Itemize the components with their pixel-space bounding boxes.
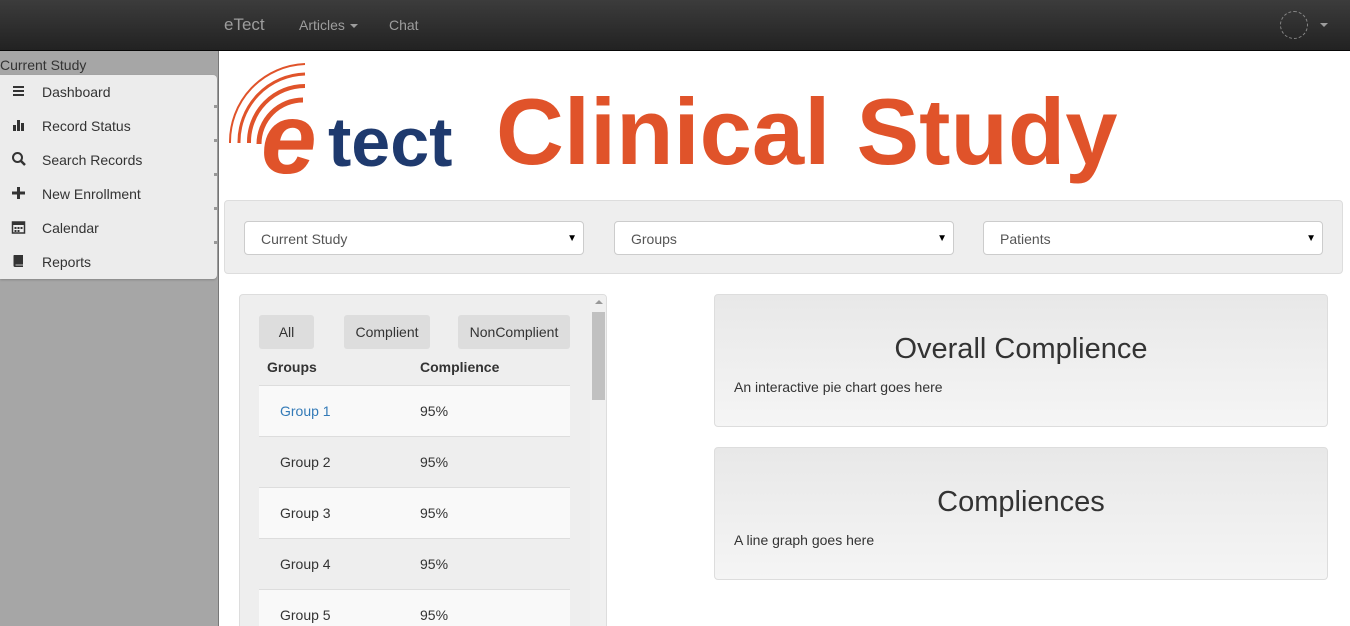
logo-graphic: e tect Clinical Study bbox=[228, 63, 1118, 195]
book-icon bbox=[13, 255, 23, 267]
table-row: Group 1 95% bbox=[259, 385, 570, 436]
sidebar-item-label: New Enrollment bbox=[42, 186, 141, 202]
user-menu[interactable] bbox=[1280, 11, 1332, 39]
group-name: Group 4 bbox=[280, 556, 331, 572]
bar-chart-icon bbox=[13, 120, 24, 131]
table-row: Group 3 95% bbox=[259, 487, 570, 538]
chat-link[interactable]: Chat bbox=[389, 17, 419, 33]
groups-column-header: Groups bbox=[267, 359, 317, 375]
sidebar-item-label: Search Records bbox=[42, 152, 143, 168]
complience-value: 95% bbox=[420, 556, 449, 572]
group-name: Group 2 bbox=[280, 454, 331, 470]
calendar-icon bbox=[11, 221, 26, 234]
overall-complience-panel: Overall Complience An interactive pie ch… bbox=[714, 294, 1328, 427]
panel-title: Compliences bbox=[937, 486, 1105, 518]
caret-down-icon bbox=[1320, 23, 1328, 27]
sidebar-item-label: Dashboard bbox=[42, 84, 111, 100]
articles-menu[interactable]: Articles bbox=[299, 17, 358, 33]
group-name: Group 3 bbox=[280, 505, 331, 521]
complience-value: 95% bbox=[420, 505, 449, 521]
groups-scrollbar[interactable] bbox=[590, 295, 606, 626]
sidebar-item-calendar[interactable]: Calendar bbox=[0, 211, 217, 245]
sidebar: Current Study Dashboard Record Status Se… bbox=[0, 51, 219, 626]
patients-select[interactable]: Patients ▼ bbox=[983, 221, 1323, 255]
filter-all-button[interactable]: All bbox=[259, 315, 314, 349]
etect-clinical-study-logo: e tect Clinical Study bbox=[225, 58, 1145, 195]
avatar bbox=[1280, 11, 1308, 39]
articles-label: Articles bbox=[299, 17, 345, 33]
study-select-value: Current Study bbox=[261, 231, 348, 247]
sidebar-item-reports[interactable]: Reports bbox=[0, 245, 217, 279]
sidebar-menu: Dashboard Record Status Search Records N… bbox=[0, 75, 217, 279]
sidebar-item-new-enrollment[interactable]: New Enrollment bbox=[0, 177, 217, 211]
panel-description: An interactive pie chart goes here bbox=[734, 379, 943, 395]
panel-title: Overall Complience bbox=[894, 333, 1148, 365]
logo-mark-text: tect bbox=[328, 103, 452, 181]
scroll-up-arrow-icon[interactable] bbox=[595, 300, 603, 304]
sidebar-item-dashboard[interactable]: Dashboard bbox=[0, 75, 217, 109]
sidebar-item-search-records[interactable]: Search Records bbox=[0, 143, 217, 177]
search-icon bbox=[12, 152, 26, 166]
logo-headline: Clinical Study bbox=[496, 79, 1118, 184]
filter-noncomplient-button[interactable]: NonComplient bbox=[458, 315, 570, 349]
sidebar-title: Current Study bbox=[0, 57, 87, 73]
sidebar-item-label: Calendar bbox=[42, 220, 99, 236]
complience-column-header: Complience bbox=[420, 359, 500, 375]
groups-panel: All Complient NonComplient Groups Compli… bbox=[239, 294, 607, 626]
filter-bar: Current Study ▼ Groups ▼ Patients ▼ bbox=[224, 200, 1343, 274]
dropdown-arrow-icon: ▼ bbox=[567, 233, 577, 244]
sidebar-item-record-status[interactable]: Record Status bbox=[0, 109, 217, 143]
group-name: Group 5 bbox=[280, 607, 331, 623]
groups-select-value: Groups bbox=[631, 231, 677, 247]
panel-description: A line graph goes here bbox=[734, 532, 875, 548]
menu-icon bbox=[13, 86, 24, 96]
compliences-panel: Compliences A line graph goes here bbox=[714, 447, 1328, 580]
caret-down-icon bbox=[349, 24, 358, 29]
table-row: Group 4 95% bbox=[259, 538, 570, 589]
complience-value: 95% bbox=[420, 454, 449, 470]
dropdown-arrow-icon: ▼ bbox=[937, 233, 947, 244]
study-select[interactable]: Current Study ▼ bbox=[244, 221, 584, 255]
groups-select[interactable]: Groups ▼ bbox=[614, 221, 954, 255]
sidebar-item-label: Record Status bbox=[42, 118, 131, 134]
group-link[interactable]: Group 1 bbox=[280, 403, 331, 419]
table-row: Group 2 95% bbox=[259, 436, 570, 487]
sidebar-item-label: Reports bbox=[42, 254, 92, 270]
brand-link[interactable]: eTect bbox=[224, 15, 265, 35]
top-navbar: eTect Articles Chat bbox=[0, 0, 1350, 51]
complience-value: 95% bbox=[420, 403, 449, 419]
complience-value: 95% bbox=[420, 607, 449, 623]
plus-icon bbox=[12, 187, 25, 199]
patients-select-value: Patients bbox=[1000, 231, 1051, 247]
logo-mark-letter: e bbox=[261, 83, 317, 193]
dropdown-arrow-icon: ▼ bbox=[1306, 233, 1316, 244]
scroll-thumb[interactable] bbox=[592, 312, 605, 400]
table-row: Group 5 95% bbox=[259, 589, 570, 626]
filter-complient-button[interactable]: Complient bbox=[344, 315, 430, 349]
